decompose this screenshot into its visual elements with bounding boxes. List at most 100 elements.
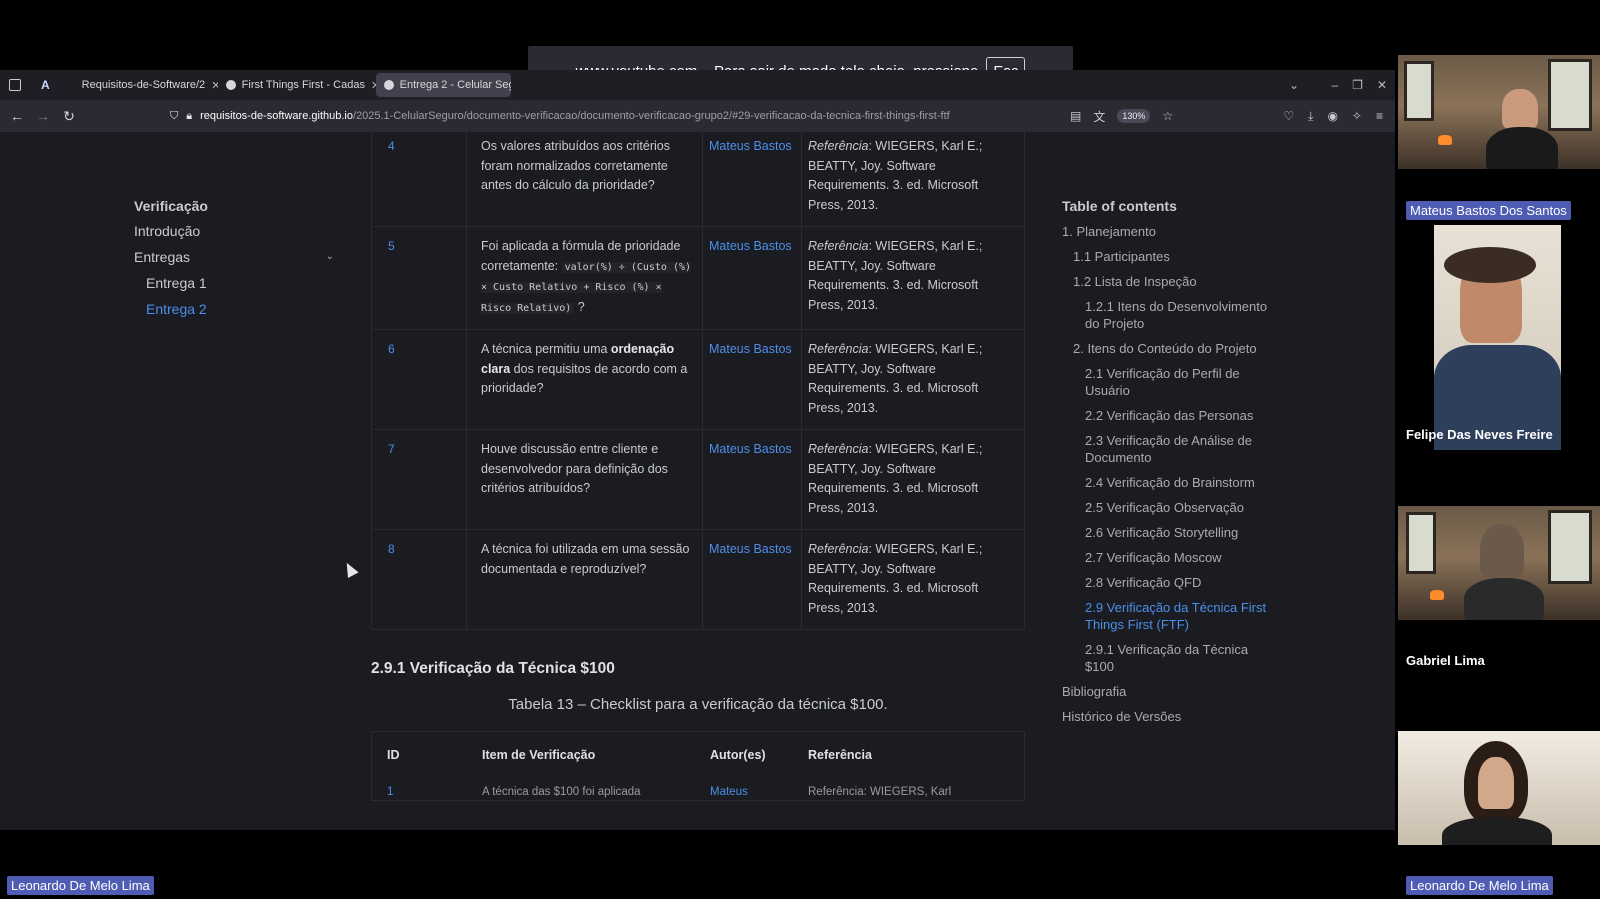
pinned-tab-icon[interactable]: A — [41, 78, 50, 92]
participant-name-label: Felipe Das Neves Freire — [1406, 427, 1553, 442]
shield-icon[interactable]: ⛉ — [170, 110, 178, 123]
toc-entry[interactable]: 2.9.1 Verificação da Técnica $100 — [1062, 641, 1277, 675]
toc-entry[interactable]: 1.2 Lista de Inspeção — [1062, 273, 1277, 290]
zoom-level-badge[interactable]: 130% — [1117, 109, 1151, 123]
toc-entry[interactable]: 2. Itens do Conteúdo do Projeto — [1062, 340, 1277, 357]
table-row: 5 Foi aplicada a fórmula de prioridade c… — [371, 226, 1025, 330]
tab-overview-icon[interactable] — [9, 79, 21, 91]
table-row: 6 A técnica permitiu uma ordenação clara… — [371, 329, 1025, 430]
toc-entry[interactable]: 1.1 Participantes — [1062, 248, 1277, 265]
sidebar-item-entregas[interactable]: Entregas ⌄ — [134, 248, 334, 274]
row-author-link[interactable]: Mateus — [710, 786, 748, 798]
table-row: 4 Os valores atribuídos aos critérios fo… — [371, 132, 1025, 227]
toc-entry[interactable]: Bibliografia — [1062, 683, 1277, 700]
sidebar-title[interactable]: Verificação — [134, 198, 334, 214]
toc-entry[interactable]: 2.7 Verificação Moscow — [1062, 549, 1277, 566]
tab-label: Requisitos-de-Software/2 — [81, 79, 206, 91]
bookmark-star-icon[interactable]: ☆ — [1162, 109, 1173, 123]
participant-video-1 — [1398, 55, 1600, 169]
participant-video-4 — [1398, 731, 1600, 845]
tab-label: First Things First - Cadas — [241, 79, 365, 91]
window-controls: – ❐ ✕ — [1331, 70, 1387, 100]
row-author-link[interactable]: Mateus Bastos — [702, 529, 802, 630]
toc-entry[interactable]: 2.6 Verificação Storytelling — [1062, 524, 1277, 541]
participant-name-badge: Mateus Bastos Dos Santos — [1406, 201, 1571, 220]
sidebar-item-entrega-2[interactable]: Entrega 2 — [134, 300, 334, 326]
participant-name-badge: Leonardo De Melo Lima — [1406, 876, 1553, 895]
tab-entrega-2[interactable]: Entrega 2 - Celular Seg — [375, 73, 511, 97]
browser-toolbar: ♡ ⤓ ◉ ✧ ≡ — [1283, 104, 1383, 128]
participant-name-label: Gabriel Lima — [1406, 653, 1485, 668]
sidebar-item-label: Entregas — [134, 249, 191, 265]
sidebar-item-entrega-1[interactable]: Entrega 1 — [134, 274, 334, 300]
tab-list-chevron-icon[interactable]: ⌄ — [1289, 70, 1299, 100]
toc-entry[interactable]: 2.8 Verificação QFD — [1062, 574, 1277, 591]
table-row: 8 A técnica foi utilizada em uma sessão … — [371, 529, 1025, 630]
extensions-icon[interactable]: ✧ — [1352, 109, 1362, 123]
sidebar-item-introducao[interactable]: Introdução — [134, 222, 334, 248]
close-window-icon[interactable]: ✕ — [1377, 78, 1387, 92]
docs-sidebar: Verificação Introdução Entregas ⌄ Entreg… — [134, 198, 334, 326]
toc-entry[interactable]: 2.5 Verificação Observação — [1062, 499, 1277, 516]
row-reference: Referência: WIEGERS, Karl E.; BEATTY, Jo… — [801, 226, 1025, 330]
tab-first-things-first[interactable]: First Things First - Cadas ✕ — [218, 73, 376, 97]
page-icon — [383, 80, 394, 90]
row-item: A técnica foi utilizada em uma sessão do… — [466, 529, 703, 630]
section-heading: 2.9.1 Verificação da Técnica $100 — [371, 660, 615, 677]
row-id: 1 — [387, 786, 394, 798]
row-reference: Referência: WIEGERS, Karl E.; BEATTY, Jo… — [801, 429, 1025, 530]
row-author-link[interactable]: Mateus Bastos — [702, 429, 802, 530]
account-icon[interactable]: ◉ — [1327, 109, 1337, 123]
toc-entry[interactable]: 1.2.1 Itens do Desenvolvimento do Projet… — [1062, 298, 1277, 332]
table-13: ID Item de Verificação Autor(es) Referên… — [371, 731, 1025, 801]
close-tab-icon[interactable]: ✕ — [371, 79, 376, 92]
tab-label: Entrega 2 - Celular Seg — [399, 79, 511, 91]
row-author-link[interactable]: Mateus Bastos — [702, 329, 802, 430]
row-item: A técnica permitiu uma ordenação clara d… — [466, 329, 703, 430]
reader-view-icon[interactable]: ▤ — [1070, 109, 1081, 123]
translate-icon[interactable]: 文 — [1093, 108, 1105, 125]
toc-list: 1. Planejamento 1.1 Participantes 1.2 List… — [1062, 223, 1277, 725]
chevron-down-icon[interactable]: ⌄ — [326, 248, 334, 266]
downloads-icon[interactable]: ⤓ — [1308, 109, 1313, 124]
row-reference: Referência: WIEGERS, Karl E.; BEATTY, Jo… — [801, 329, 1025, 430]
toc-entry[interactable]: 2.4 Verificação do Brainstorm — [1062, 474, 1277, 491]
participant-video-2 — [1434, 225, 1561, 450]
row-id: 8 — [371, 529, 467, 630]
toc-entry[interactable]: 2.1 Verificação do Perfil de Usuário — [1062, 365, 1277, 399]
reload-icon[interactable]: ↻ — [56, 108, 82, 125]
forward-arrow-icon[interactable]: → — [30, 108, 56, 124]
toc-entry[interactable]: 2.9 Verificação da Técnica First Things … — [1062, 599, 1277, 633]
column-header-author: Autor(es) — [710, 748, 766, 762]
web-page: Verificação Introdução Entregas ⌄ Entreg… — [0, 132, 1395, 830]
row-id: 7 — [371, 429, 467, 530]
row-author-link[interactable]: Mateus Bastos — [702, 226, 802, 330]
tab-requisitos[interactable]: Requisitos-de-Software/2 ✕ — [68, 73, 218, 97]
mouse-cursor — [341, 560, 359, 578]
participant-name-badge: Leonardo De Melo Lima — [7, 876, 154, 895]
lock-icon[interactable]: 🔒︎ — [186, 110, 192, 123]
menu-icon[interactable]: ≡ — [1376, 109, 1383, 123]
toc-entry[interactable]: 2.2 Verificação das Personas — [1062, 407, 1277, 424]
column-header-reference: Referência — [808, 748, 872, 762]
minimize-icon[interactable]: – — [1331, 78, 1338, 92]
column-header-item: Item de Verificação — [482, 748, 596, 762]
row-author-link[interactable]: Mateus Bastos — [702, 132, 802, 227]
column-header-id: ID — [387, 748, 400, 762]
row-item: A técnica das $100 foi aplicada — [482, 786, 641, 798]
row-item: Os valores atribuídos aos critérios fora… — [466, 132, 703, 227]
maximize-icon[interactable]: ❐ — [1352, 78, 1363, 92]
browser-tabstrip: A Requisitos-de-Software/2 ✕ First Thing… — [0, 70, 1395, 100]
toc-entry[interactable]: 2.3 Verificação de Análise de Documento — [1062, 432, 1277, 466]
toc-entry[interactable]: 1. Planejamento — [1062, 223, 1277, 240]
checklist-table: 4 Os valores atribuídos aos critérios fo… — [371, 132, 1025, 630]
pocket-icon[interactable]: ♡ — [1283, 109, 1294, 123]
address-bar-actions: ▤ 文 130% ☆ — [1070, 104, 1173, 128]
toc-entry[interactable]: Histórico de Versões — [1062, 708, 1277, 725]
toc-title: Table of contents — [1062, 198, 1177, 214]
row-reference: Referência: WIEGERS, Karl — [808, 786, 952, 798]
row-id: 5 — [371, 226, 467, 330]
address-bar[interactable]: ⛉ 🔒︎ requisitos-de-software.github.io/20… — [170, 104, 1180, 128]
browser-navbar: ← → ↻ ⛉ 🔒︎ requisitos-de-software.github… — [0, 100, 1395, 132]
back-arrow-icon[interactable]: ← — [4, 108, 30, 124]
